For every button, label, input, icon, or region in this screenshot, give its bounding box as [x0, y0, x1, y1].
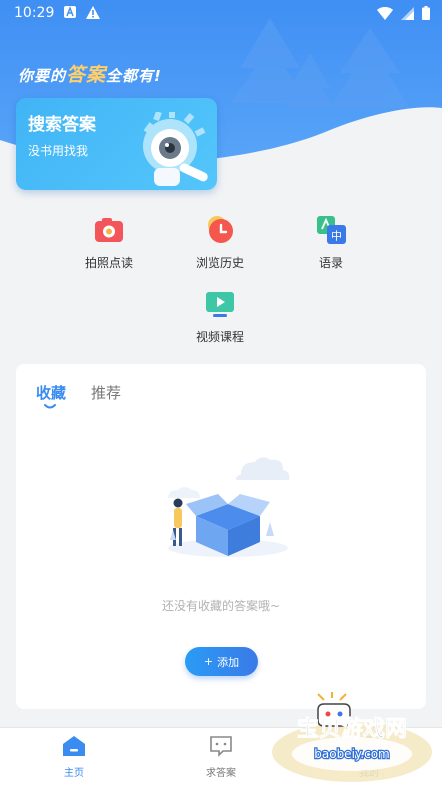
- status-bar: 10:29: [0, 0, 442, 26]
- chat-bubble-icon: [210, 736, 232, 757]
- app-notification-icon: [64, 6, 76, 18]
- slogan-prefix: 你要的: [18, 67, 67, 85]
- watermark-url: baobeiy.com: [314, 747, 389, 761]
- nav-ask-answer[interactable]: 求答案: [181, 734, 261, 779]
- quotes-button[interactable]: 中 语录: [286, 214, 376, 276]
- camera-icon: [95, 218, 123, 242]
- browse-history-button[interactable]: 浏览历史: [175, 214, 265, 276]
- slogan-accent: 答案: [66, 64, 107, 86]
- empty-state-text: 还没有收藏的答案哦~: [161, 599, 281, 613]
- translate-icon: 中: [317, 216, 346, 244]
- watermark-title: 宝贝游戏网: [297, 716, 407, 742]
- search-card-title: 搜索答案: [28, 115, 96, 135]
- nav-home-label: 主页: [64, 768, 84, 779]
- browse-history-label: 浏览历史: [195, 256, 244, 270]
- signal-icon: [401, 6, 414, 20]
- battery-icon: [422, 6, 430, 20]
- home-icon: [63, 736, 85, 756]
- svg-text:中: 中: [331, 230, 342, 243]
- video-course-label: 视频课程: [195, 330, 244, 344]
- video-course-button[interactable]: 视频课程: [175, 288, 265, 350]
- empty-box-illustration: [168, 457, 290, 557]
- search-card-subtitle: 没书用找我: [28, 144, 89, 158]
- nav-home[interactable]: 主页: [34, 734, 114, 779]
- tab-recommend[interactable]: 推荐: [91, 382, 121, 403]
- mascot-magnifier-icon: [143, 112, 208, 186]
- video-play-icon: [206, 292, 234, 317]
- favorites-panel: 收藏 推荐 还没有收藏的答案哦~ + 添加: [16, 364, 426, 709]
- warning-icon: [86, 6, 100, 19]
- photo-read-button[interactable]: 拍照点读: [64, 214, 154, 276]
- add-button[interactable]: + 添加: [185, 647, 258, 676]
- plus-icon: +: [203, 655, 214, 668]
- watermark-logo: 宝贝游戏网 baobeiy.com: [272, 692, 432, 782]
- tab-favorites[interactable]: 收藏: [36, 382, 66, 403]
- add-button-label: 添加: [217, 655, 240, 669]
- quotes-label: 语录: [318, 256, 343, 270]
- slogan-suffix: 全都有!: [106, 67, 162, 85]
- nav-ask-label: 求答案: [206, 768, 236, 779]
- status-time: 10:29: [14, 5, 55, 21]
- photo-read-label: 拍照点读: [84, 256, 133, 270]
- wifi-icon: [377, 6, 393, 20]
- tab-active-indicator: [44, 404, 56, 409]
- slogan: 你要的答案全都有!: [18, 60, 162, 87]
- search-answer-card[interactable]: 搜索答案 没书用找我: [16, 98, 217, 190]
- history-clock-icon: [208, 216, 233, 243]
